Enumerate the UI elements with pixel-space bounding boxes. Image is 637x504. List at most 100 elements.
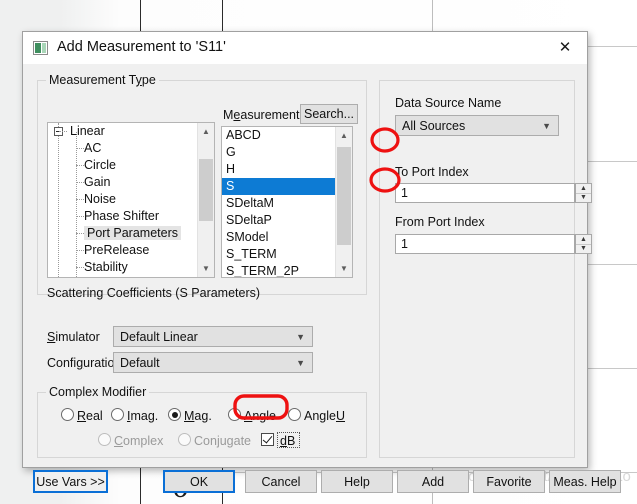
list-item[interactable]: G	[222, 144, 335, 161]
measurement-listbox[interactable]: ABCD G H S SDeltaM SDeltaP SModel S_TERM…	[221, 126, 353, 278]
data-source-combo[interactable]: All Sources ▼	[395, 115, 559, 136]
tree-twig-circle	[76, 165, 84, 166]
radio-complex[interactable]	[98, 433, 111, 446]
list-item[interactable]: S_TERM_2P	[222, 263, 335, 277]
tree-item-phase-shifter[interactable]: Phase Shifter	[48, 208, 197, 225]
data-source-value: All Sources	[402, 119, 466, 133]
radio-imag[interactable]	[111, 408, 124, 421]
use-vars-button[interactable]: Use Vars >>	[33, 470, 108, 493]
list-item[interactable]: S_TERM	[222, 246, 335, 263]
list-item[interactable]: SModel	[222, 229, 335, 246]
radio-angleu[interactable]	[288, 408, 301, 421]
scroll-down-icon[interactable]: ▼	[336, 260, 352, 277]
tree-item-port-parameters[interactable]: Port Parameters	[48, 225, 197, 242]
list-item[interactable]: SDeltaM	[222, 195, 335, 212]
measurement-scrollbar[interactable]: ▲ ▼	[335, 127, 352, 277]
configuration-label: Configuration	[47, 356, 122, 370]
tree-item-prerelease[interactable]: PreRelease	[48, 242, 197, 259]
simulator-value: Default Linear	[120, 330, 198, 344]
data-source-group	[379, 80, 575, 458]
tree-item-label: Circle	[84, 158, 116, 172]
checkbox-db-label: dB	[280, 434, 296, 448]
tree-item-stability[interactable]: Stability	[48, 259, 197, 276]
to-port-index-stepper[interactable]: ▲ ▼	[575, 183, 592, 203]
to-port-index-label: To Port Index	[395, 165, 469, 179]
radio-angle-label: Angle	[244, 409, 276, 423]
tree-item-label: Noise	[84, 192, 116, 206]
measurement-type-group-label: Measurement Type	[46, 73, 159, 87]
radio-real-label: Real	[77, 409, 103, 423]
to-port-index-input[interactable]: 1	[395, 183, 575, 203]
tree-item-label: Gain	[84, 175, 111, 189]
list-item-label: S_TERM	[226, 247, 277, 261]
meas-help-button[interactable]: Meas. Help	[549, 470, 621, 493]
cancel-button[interactable]: Cancel	[245, 470, 317, 493]
tree-item-circle[interactable]: Circle	[48, 157, 197, 174]
complex-modifier-group: Complex Modifier	[37, 385, 367, 458]
search-button[interactable]: Search...	[300, 104, 358, 124]
dialog-title: Add Measurement to 'S11'	[57, 39, 226, 55]
radio-mag[interactable]	[168, 408, 181, 421]
tree-item-label: AC	[84, 141, 102, 155]
scroll-thumb[interactable]	[337, 147, 351, 245]
list-item-label: SModel	[226, 230, 269, 244]
stepper-down-icon[interactable]: ▼	[576, 193, 591, 202]
configuration-combo[interactable]: Default ▼	[113, 352, 313, 373]
list-item[interactable]: ABCD	[222, 127, 335, 144]
scroll-up-icon[interactable]: ▲	[336, 127, 352, 144]
scroll-thumb[interactable]	[199, 159, 213, 221]
from-port-index-label: From Port Index	[395, 215, 485, 229]
chevron-down-icon: ▼	[296, 357, 305, 368]
tree-item-label: Linear	[70, 124, 105, 138]
close-icon[interactable]: ✕	[543, 32, 587, 63]
tree-item-linear[interactable]: Linear	[48, 123, 197, 140]
simulator-label: Simulator	[47, 330, 100, 344]
tree-twig-port-parameters	[76, 233, 84, 234]
radio-angle[interactable]	[228, 408, 241, 421]
list-item-label: SDeltaP	[226, 213, 272, 227]
radio-conjugate[interactable]	[178, 433, 191, 446]
list-item-label: S_TERM_2P	[226, 264, 299, 277]
app-icon-right-block	[42, 43, 46, 53]
app-icon-left-block	[35, 43, 41, 53]
tree-twig-noise	[76, 199, 84, 200]
tree-item-gain[interactable]: Gain	[48, 174, 197, 191]
measurement-description: Scattering Coefficients (S Parameters)	[47, 286, 261, 300]
list-item-label: H	[226, 162, 236, 176]
list-item-label: G	[226, 145, 236, 159]
measurement-type-scrollbar[interactable]: ▲ ▼	[197, 123, 214, 277]
data-source-label: Data Source Name	[395, 96, 502, 110]
complex-modifier-group-label: Complex Modifier	[46, 385, 150, 399]
from-port-index-stepper[interactable]: ▲ ▼	[575, 234, 592, 254]
radio-complex-label: Complex	[114, 434, 164, 448]
from-port-index-input[interactable]: 1	[395, 234, 575, 254]
list-item-label: SDeltaM	[226, 196, 274, 210]
tree-item-label: Port Parameters	[84, 226, 182, 240]
list-item-selected[interactable]: S	[222, 178, 335, 195]
tree-item-label: Stability	[84, 260, 128, 274]
simulator-combo[interactable]: Default Linear ▼	[113, 326, 313, 347]
stepper-down-icon[interactable]: ▼	[576, 244, 591, 253]
scroll-down-icon[interactable]: ▼	[198, 260, 214, 277]
tree-item-noise[interactable]: Noise	[48, 191, 197, 208]
checkbox-db[interactable]	[261, 433, 274, 446]
tree-item-ac[interactable]: AC	[48, 140, 197, 157]
tree-item-label: PreRelease	[84, 243, 150, 257]
scroll-up-icon[interactable]: ▲	[198, 123, 214, 140]
tree-twig-linear	[59, 131, 67, 132]
help-button[interactable]: Help	[321, 470, 393, 493]
configuration-value: Default	[120, 356, 160, 370]
dialog-body: Measurement Type Linear AC Circle Gain N…	[23, 64, 621, 493]
radio-real[interactable]	[61, 408, 74, 421]
favorite-button[interactable]: Favorite	[473, 470, 545, 493]
list-item[interactable]: SDeltaP	[222, 212, 335, 229]
ok-button[interactable]: OK	[163, 470, 235, 493]
add-button[interactable]: Add	[397, 470, 469, 493]
radio-mag-label: Mag.	[184, 409, 212, 423]
measurement-type-tree-items: Linear AC Circle Gain Noise Phase Shifte…	[48, 123, 197, 277]
chevron-down-icon: ▼	[296, 331, 305, 342]
list-item[interactable]: H	[222, 161, 335, 178]
measurement-type-tree[interactable]: Linear AC Circle Gain Noise Phase Shifte…	[47, 122, 215, 278]
tree-twig-stability	[76, 267, 84, 268]
measurement-list-label: Measurement	[223, 108, 300, 122]
